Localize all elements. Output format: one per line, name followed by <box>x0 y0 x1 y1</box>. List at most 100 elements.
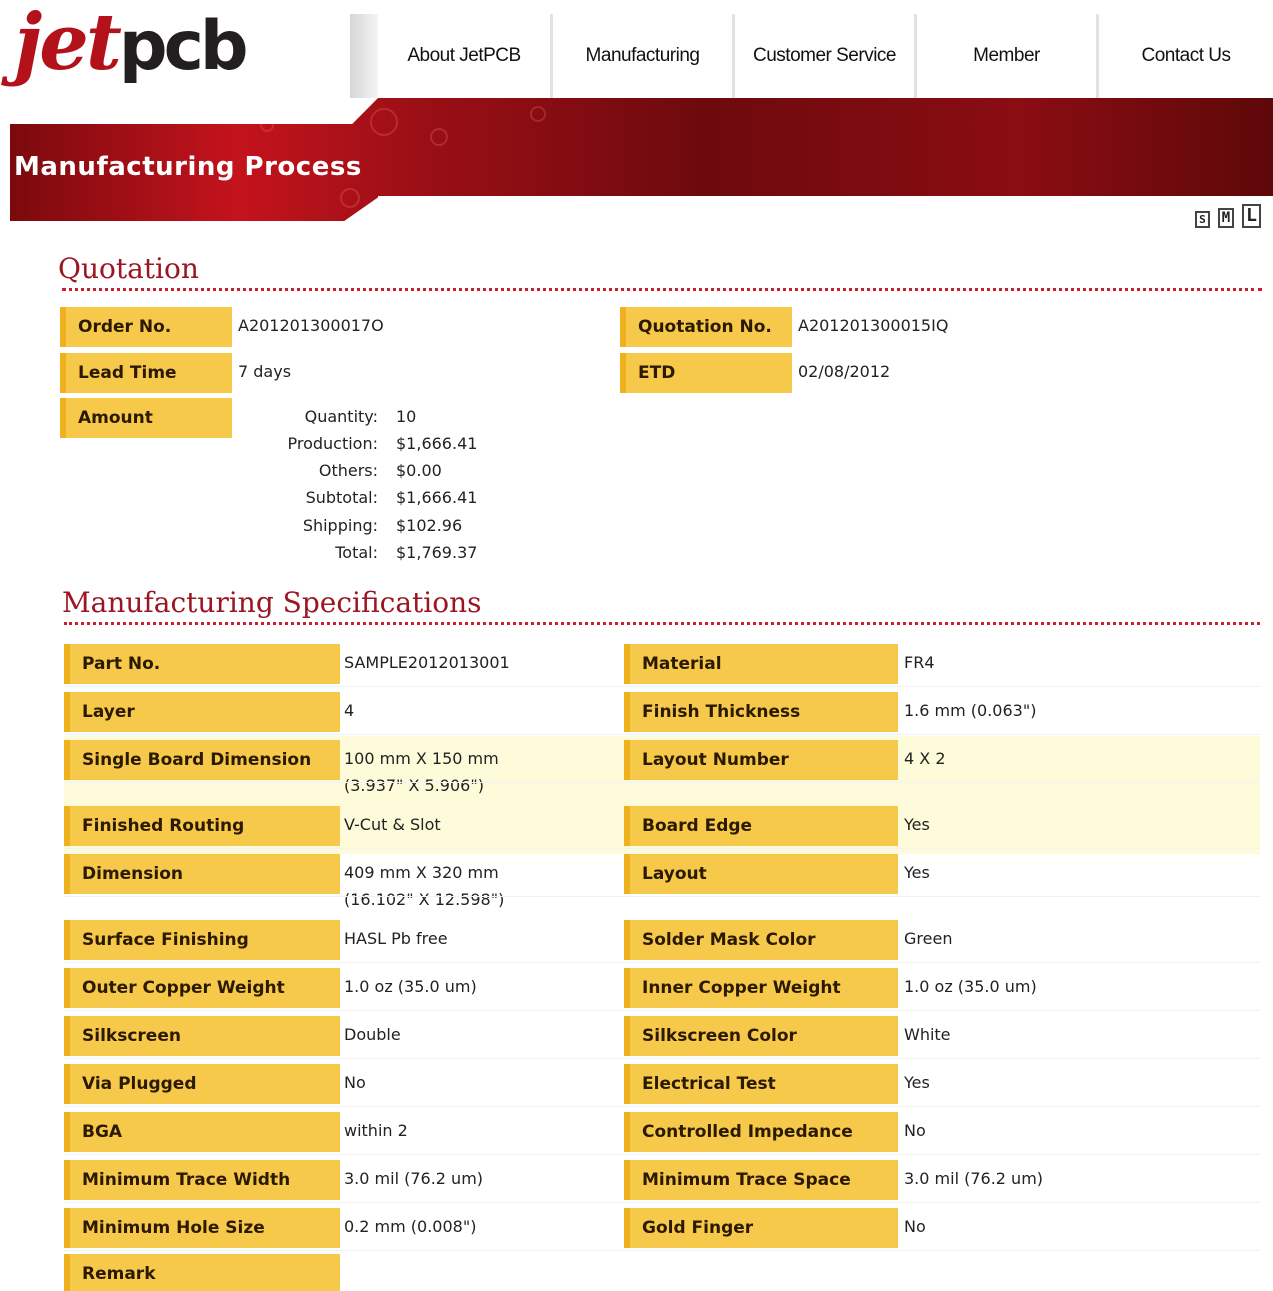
spec-label: BGA <box>64 1112 340 1152</box>
spec-value: 1.0 oz (35.0 um) <box>344 977 477 996</box>
logo-jet: jet <box>14 0 122 88</box>
spec-value: 1.6 mm (0.063") <box>904 701 1037 720</box>
spec-value: HASL Pb free <box>344 929 448 948</box>
spec-value: No <box>344 1073 366 1092</box>
amount-key: Production: <box>287 434 378 453</box>
row-separator <box>64 848 1260 849</box>
spec-label: Finished Routing <box>64 806 340 846</box>
spec-value: No <box>904 1121 926 1140</box>
row-separator <box>64 1058 1260 1059</box>
spec-label: Via Plugged <box>64 1064 340 1104</box>
amount-key: Quantity: <box>304 407 378 426</box>
spec-value: V-Cut & Slot <box>344 815 441 834</box>
spec-label: Layout Number <box>624 740 898 780</box>
banner-mask <box>378 196 1273 224</box>
order-no-label: Order No. <box>60 307 232 347</box>
spec-label: Part No. <box>64 644 340 684</box>
spec-value: 0.2 mm (0.008") <box>344 1217 477 1236</box>
spec-value: SAMPLE2012013001 <box>344 653 510 672</box>
text-size-medium[interactable]: M <box>1217 208 1235 228</box>
spec-value: Green <box>904 929 953 948</box>
quotation-no-label: Quotation No. <box>620 307 792 347</box>
spec-label: Surface Finishing <box>64 920 340 960</box>
spec-label: Inner Copper Weight <box>624 968 898 1008</box>
spec-value: 3.0 mil (76.2 um) <box>344 1169 484 1188</box>
spec-label: Silkscreen Color <box>624 1016 898 1056</box>
logo-pcb: pcb <box>118 7 249 86</box>
spec-label: Minimum Trace Space <box>624 1160 898 1200</box>
spec-label: Layer <box>64 692 340 732</box>
text-size-large[interactable]: L <box>1242 204 1261 228</box>
row-separator <box>64 1250 1260 1251</box>
row-separator <box>64 962 1260 963</box>
spec-value: 1.0 oz (35.0 um) <box>904 977 1037 996</box>
nav-about[interactable]: About JetPCB <box>378 14 553 98</box>
spec-label: Silkscreen <box>64 1016 340 1056</box>
spec-value-secondary: (3.937" X 5.906") <box>344 776 484 795</box>
lead-time-value: 7 days <box>238 362 292 381</box>
spec-value: 409 mm X 320 mm <box>344 863 499 882</box>
amount-value: $1,769.37 <box>396 543 478 562</box>
spec-label: Material <box>624 644 898 684</box>
spec-label: Minimum Hole Size <box>64 1208 340 1248</box>
amount-label: Amount <box>60 398 232 438</box>
banner-title: Manufacturing Process <box>14 152 362 182</box>
amount-value: 10 <box>396 407 417 426</box>
amount-key: Total: <box>335 543 378 562</box>
divider <box>64 622 1260 625</box>
spec-label: Gold Finger <box>624 1208 898 1248</box>
spec-label: Minimum Trace Width <box>64 1160 340 1200</box>
nav-manufacturing[interactable]: Manufacturing <box>553 14 735 98</box>
order-no-value: A201201300017O <box>238 316 384 335</box>
spec-value: Yes <box>904 863 930 882</box>
spec-label: Layout <box>624 854 898 894</box>
amount-value: $0.00 <box>396 461 442 480</box>
row-separator <box>64 1106 1260 1107</box>
etd-value: 02/08/2012 <box>798 362 891 381</box>
spec-value: Yes <box>904 1073 930 1092</box>
spec-value: FR4 <box>904 653 935 672</box>
spec-value: 4 <box>344 701 355 720</box>
remark-label: Remark <box>64 1254 340 1291</box>
row-separator <box>64 686 1260 687</box>
specs-title: Manufacturing Specifications <box>62 586 482 619</box>
spec-value: White <box>904 1025 951 1044</box>
spec-value-secondary: (16.102" X 12.598") <box>344 890 505 909</box>
amount-key: Others: <box>318 461 378 480</box>
row-separator <box>64 782 1260 783</box>
amount-key: Shipping: <box>302 516 378 535</box>
row-separator <box>64 1202 1260 1203</box>
etd-label: ETD <box>620 353 792 393</box>
spec-label: Electrical Test <box>624 1064 898 1104</box>
row-separator <box>64 896 1260 897</box>
row-separator <box>64 1010 1260 1011</box>
nav-contact[interactable]: Contact Us <box>1099 14 1273 98</box>
nav-member[interactable]: Member <box>917 14 1099 98</box>
spec-value: within 2 <box>344 1121 408 1140</box>
divider <box>62 288 1262 291</box>
main-nav: About JetPCB Manufacturing Customer Serv… <box>378 14 1273 98</box>
spec-label: Controlled Impedance <box>624 1112 898 1152</box>
spec-label: Finish Thickness <box>624 692 898 732</box>
spec-label: Outer Copper Weight <box>64 968 340 1008</box>
amount-value: $1,666.41 <box>396 434 478 453</box>
spec-value: Yes <box>904 815 930 834</box>
spec-label: Board Edge <box>624 806 898 846</box>
lead-time-label: Lead Time <box>60 353 232 393</box>
row-separator <box>64 734 1260 735</box>
text-size-small[interactable]: S <box>1195 211 1210 228</box>
row-separator <box>64 1154 1260 1155</box>
spec-label: Single Board Dimension <box>64 740 340 780</box>
spec-label: Dimension <box>64 854 340 894</box>
text-size-switcher: S M L <box>1195 204 1261 228</box>
amount-value: $102.96 <box>396 516 463 535</box>
jetpcb-logo[interactable]: jetpcb <box>14 4 249 82</box>
nav-customer-service[interactable]: Customer Service <box>735 14 917 98</box>
spec-value: Double <box>344 1025 401 1044</box>
quotation-no-value: A201201300015IQ <box>798 316 949 335</box>
quotation-title: Quotation <box>58 252 199 285</box>
spec-value: No <box>904 1217 926 1236</box>
spec-value: 3.0 mil (76.2 um) <box>904 1169 1044 1188</box>
spec-label: Solder Mask Color <box>624 920 898 960</box>
amount-key: Subtotal: <box>305 488 378 507</box>
